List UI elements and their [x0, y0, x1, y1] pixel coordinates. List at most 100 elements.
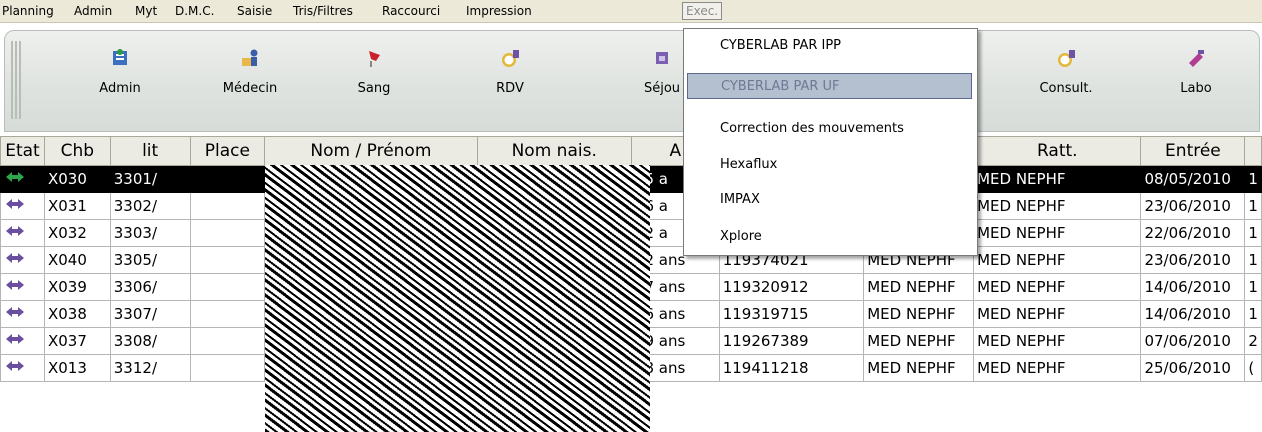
doctor-icon — [242, 49, 258, 66]
table-cell: 119320912 — [718, 273, 865, 301]
toolbar-admin-label: Admin — [99, 81, 141, 96]
column-header[interactable]: Place — [189, 136, 266, 166]
table-cell: 119319715 — [718, 300, 865, 328]
table-cell: MED NEPHF — [973, 219, 1142, 247]
column-header[interactable]: Entrée — [1140, 136, 1246, 166]
table-cell: X013 — [43, 354, 111, 382]
menu-planning[interactable]: Planning — [2, 4, 54, 18]
table-cell: MED NEPHF — [973, 165, 1142, 193]
column-header[interactable] — [1244, 136, 1262, 166]
state-cell — [0, 192, 45, 220]
table-cell: 14/06/2010 — [1140, 300, 1246, 328]
table-cell: MED NEPHF — [863, 273, 975, 301]
table-cell: 3306/ — [109, 273, 191, 301]
table-cell: X037 — [43, 327, 111, 355]
menu-raccourci[interactable]: Raccourci — [382, 4, 440, 18]
table-cell: 119267389 — [718, 327, 865, 355]
menu-item-cyberlab-ipp[interactable]: CYBERLAB PAR IPP — [687, 33, 972, 59]
toolbar-sang-label: Sang — [357, 81, 391, 96]
toolbar-grip[interactable] — [11, 41, 23, 119]
state-cell — [0, 246, 45, 274]
toolbar-rdv-button[interactable]: RDV — [465, 47, 555, 117]
toolbar-labo-button[interactable]: Labo — [1151, 47, 1241, 117]
state-arrow-icon — [6, 361, 24, 371]
table-cell: 23/06/2010 — [1140, 192, 1246, 220]
menu-item-correction-mouvements[interactable]: Correction des mouvements — [687, 116, 972, 142]
menu-item-cyberlab-uf[interactable]: CYBERLAB PAR UF — [687, 73, 972, 99]
state-cell — [0, 327, 45, 355]
table-cell: 1 — [1244, 219, 1262, 247]
state-arrow-icon — [6, 307, 24, 317]
lab-icon — [1189, 50, 1204, 67]
menu-exec[interactable]: Exec. — [682, 2, 723, 20]
menu-item-hexaflux[interactable]: Hexaflux — [687, 152, 972, 178]
table-cell: 08/05/2010 — [1140, 165, 1246, 193]
exec-dropdown-menu: CYBERLAB PAR IPP CYBERLAB PAR UF Correct… — [683, 28, 978, 256]
column-header[interactable]: Chb — [43, 136, 111, 166]
table-cell: MED NEPHF — [973, 354, 1142, 382]
state-cell — [0, 219, 45, 247]
table-cell: 2 — [1244, 327, 1262, 355]
table-header-row: Etat Chb lit Place Nom / Prénom Nom nais… — [0, 136, 1262, 166]
table-cell: 3305/ — [109, 246, 191, 274]
state-cell — [0, 300, 45, 328]
toolbar-labo-label: Labo — [1180, 81, 1212, 96]
state-arrow-icon — [6, 199, 24, 209]
appointment-icon — [502, 50, 519, 67]
table-cell: 1 — [1244, 192, 1262, 220]
stay-icon — [656, 52, 668, 64]
redacted-names-area — [265, 165, 650, 432]
admin-icon — [113, 49, 127, 65]
state-cell — [0, 354, 45, 382]
toolbar-medecin-label: Médecin — [222, 81, 278, 96]
state-cell — [0, 273, 45, 301]
table-cell: 3307/ — [109, 300, 191, 328]
column-header[interactable]: Ratt. — [973, 136, 1142, 166]
toolbar-consult-button[interactable]: Consult. — [1021, 47, 1111, 117]
menu-item-xplore[interactable]: Xplore — [687, 224, 972, 250]
toolbar-admin-button[interactable]: Admin — [75, 47, 165, 117]
column-header[interactable]: Etat — [0, 136, 45, 166]
menu-admin[interactable]: Admin — [74, 4, 112, 18]
state-arrow-icon — [6, 253, 24, 263]
state-arrow-icon — [6, 280, 24, 290]
table-cell: ( — [1244, 354, 1262, 382]
table-cell: 3312/ — [109, 354, 191, 382]
state-arrow-icon — [6, 226, 24, 236]
table-cell: X039 — [43, 273, 111, 301]
table-cell: 25/06/2010 — [1140, 354, 1246, 382]
table-cell: 22/06/2010 — [1140, 219, 1246, 247]
toolbar-sang-button[interactable]: Sang — [329, 47, 419, 117]
state-arrow-icon — [6, 172, 24, 182]
menu-myt[interactable]: Myt — [135, 4, 157, 18]
menu-impression[interactable]: Impression — [466, 4, 532, 18]
column-header[interactable]: lit — [109, 136, 191, 166]
consult-icon — [1058, 50, 1075, 67]
menu-item-impax[interactable]: IMPAX — [687, 187, 972, 213]
menu-saisie[interactable]: Saisie — [237, 4, 272, 18]
table-cell: X030 — [43, 165, 111, 193]
table-cell: 07/06/2010 — [1140, 327, 1246, 355]
blood-icon — [369, 51, 380, 67]
table-cell — [189, 165, 266, 193]
table-cell — [189, 192, 266, 220]
column-header[interactable]: Nom nais. — [476, 136, 632, 166]
table-cell: MED NEPHF — [863, 300, 975, 328]
state-cell — [0, 165, 45, 193]
table-cell: MED NEPHF — [863, 354, 975, 382]
table-cell: 1 — [1244, 165, 1262, 193]
menu-tris-filtres[interactable]: Tris/Filtres — [293, 4, 353, 18]
table-cell: X032 — [43, 219, 111, 247]
table-cell: X031 — [43, 192, 111, 220]
menu-dmc[interactable]: D.M.C. — [175, 4, 214, 18]
table-cell: MED NEPHF — [973, 246, 1142, 274]
table-cell: 14/06/2010 — [1140, 273, 1246, 301]
table-cell — [189, 354, 266, 382]
table-cell: MED NEPHF — [973, 192, 1142, 220]
column-header[interactable]: Nom / Prénom — [264, 136, 478, 166]
table-cell: 1 — [1244, 273, 1262, 301]
table-cell: X040 — [43, 246, 111, 274]
table-cell: MED NEPHF — [863, 327, 975, 355]
toolbar-medecin-button[interactable]: Médecin — [205, 47, 295, 117]
table-cell: X038 — [43, 300, 111, 328]
